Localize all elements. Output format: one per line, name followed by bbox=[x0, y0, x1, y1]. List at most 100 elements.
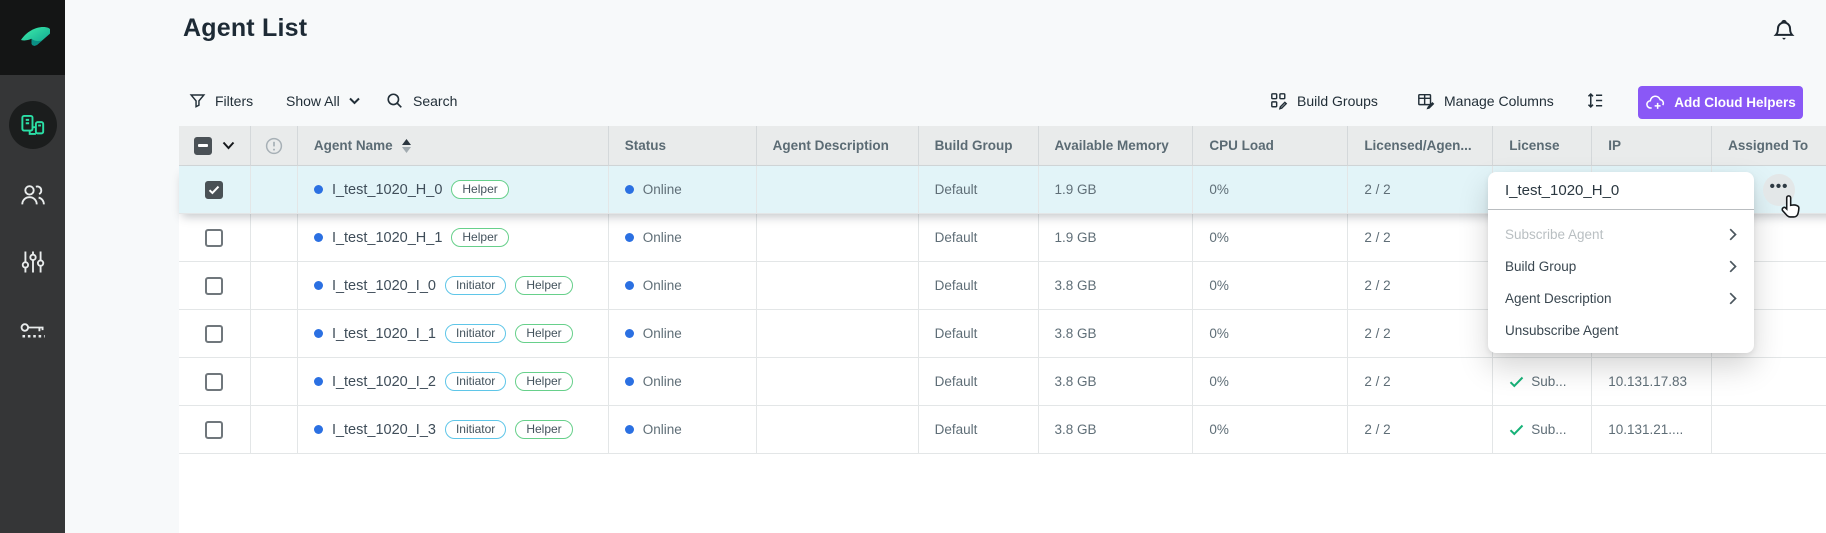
menu-item-agent-description[interactable]: Agent Description bbox=[1488, 282, 1754, 314]
sliders-icon bbox=[19, 248, 47, 276]
column-header-licensed[interactable]: Licensed/Agen... bbox=[1348, 126, 1493, 166]
agent-name: I_test_1020_I_0 bbox=[332, 278, 436, 294]
column-header-alert[interactable] bbox=[251, 126, 298, 166]
row-checkbox[interactable] bbox=[205, 421, 223, 439]
column-label: Assigned To bbox=[1728, 138, 1808, 153]
ip-value: 10.131.21.... bbox=[1608, 422, 1683, 437]
menu-item-build-group[interactable]: Build Group bbox=[1488, 250, 1754, 282]
column-header-ip[interactable]: IP bbox=[1592, 126, 1712, 166]
cell-description bbox=[757, 262, 919, 310]
column-header-build_group[interactable]: Build Group bbox=[919, 126, 1039, 166]
cell-status: Online bbox=[609, 166, 757, 214]
agent-status-dot bbox=[314, 377, 323, 386]
badge-initiator: Initiator bbox=[445, 372, 506, 391]
subscribed-check-icon bbox=[1509, 376, 1524, 388]
add-cloud-helpers-button[interactable]: Add Cloud Helpers bbox=[1638, 86, 1803, 119]
menu-item-subscribe-agent: Subscribe Agent bbox=[1488, 218, 1754, 250]
cpu-value: 0% bbox=[1209, 182, 1229, 197]
cpu-value: 0% bbox=[1209, 278, 1229, 293]
column-header-status[interactable]: Status bbox=[609, 126, 757, 166]
ip-value: 10.131.17.83 bbox=[1608, 374, 1687, 389]
cell-description bbox=[757, 406, 919, 454]
cell-cpu: 0% bbox=[1193, 166, 1348, 214]
cpu-value: 0% bbox=[1209, 422, 1229, 437]
filters-button[interactable]: Filters bbox=[189, 84, 253, 117]
build-groups-button[interactable]: Build Groups bbox=[1270, 84, 1378, 117]
row-checkbox[interactable] bbox=[205, 325, 223, 343]
build_group-value: Default bbox=[935, 230, 978, 245]
column-label: License bbox=[1509, 138, 1559, 153]
badge-helper: Helper bbox=[515, 420, 572, 439]
agent-status-dot bbox=[314, 185, 323, 194]
notifications-button[interactable] bbox=[1770, 17, 1798, 45]
table-row[interactable]: I_test_1020_I_2InitiatorHelperOnlineDefa… bbox=[179, 358, 1826, 406]
app-logo bbox=[0, 0, 65, 75]
menu-item-label: Subscribe Agent bbox=[1505, 227, 1603, 242]
sidebar-item-settings[interactable] bbox=[0, 236, 65, 288]
agent-status-dot bbox=[314, 425, 323, 434]
column-header-cpu[interactable]: CPU Load bbox=[1193, 126, 1348, 166]
cell-alert bbox=[251, 166, 298, 214]
show-all-dropdown[interactable]: Show All bbox=[286, 84, 360, 117]
column-label: Licensed/Agen... bbox=[1364, 138, 1471, 153]
badge-initiator: Initiator bbox=[445, 324, 506, 343]
table-row[interactable]: I_test_1020_I_3InitiatorHelperOnlineDefa… bbox=[179, 406, 1826, 454]
agent-context-menu: I_test_1020_H_0 Subscribe AgentBuild Gro… bbox=[1488, 172, 1754, 353]
column-header-description[interactable]: Agent Description bbox=[757, 126, 919, 166]
menu-item-label: Build Group bbox=[1505, 259, 1576, 274]
add-cloud-helpers-label: Add Cloud Helpers bbox=[1674, 95, 1796, 110]
license-label: Sub... bbox=[1531, 374, 1566, 389]
users-icon bbox=[19, 181, 47, 209]
cell-memory: 3.8 GB bbox=[1039, 358, 1194, 406]
cell-name: I_test_1020_I_1InitiatorHelper bbox=[298, 310, 609, 358]
row-checkbox[interactable] bbox=[205, 229, 223, 247]
status-label: Online bbox=[643, 278, 682, 293]
select-all-checkbox[interactable] bbox=[194, 137, 212, 155]
subscribed-check-icon bbox=[1509, 424, 1524, 436]
row-checkbox[interactable] bbox=[205, 373, 223, 391]
memory-value: 3.8 GB bbox=[1055, 422, 1097, 437]
search-button[interactable]: Search bbox=[386, 84, 457, 117]
row-density-button[interactable] bbox=[1586, 84, 1605, 117]
badge-helper: Helper bbox=[451, 228, 508, 247]
badge-helper: Helper bbox=[515, 276, 572, 295]
cell-alert bbox=[251, 262, 298, 310]
sidebar-item-agents[interactable] bbox=[0, 99, 65, 151]
build_group-value: Default bbox=[935, 374, 978, 389]
column-label: Available Memory bbox=[1055, 138, 1169, 153]
cell-name: I_test_1020_H_0Helper bbox=[298, 166, 609, 214]
cpu-value: 0% bbox=[1209, 230, 1229, 245]
agent-name: I_test_1020_I_1 bbox=[332, 326, 436, 342]
row-checkbox[interactable] bbox=[205, 181, 223, 199]
column-header-select[interactable] bbox=[179, 126, 251, 166]
cell-ip: 10.131.17.83 bbox=[1592, 358, 1712, 406]
sidebar-item-users[interactable] bbox=[0, 169, 65, 221]
column-header-name[interactable]: Agent Name bbox=[298, 126, 609, 166]
chevron-down-icon bbox=[349, 97, 360, 105]
cell-alert bbox=[251, 358, 298, 406]
build-groups-icon bbox=[1270, 92, 1288, 110]
cloud-plus-icon bbox=[1645, 94, 1666, 111]
chevron-down-icon[interactable] bbox=[222, 141, 235, 150]
badge-initiator: Initiator bbox=[445, 420, 506, 439]
manage-columns-button[interactable]: Manage Columns bbox=[1417, 84, 1554, 117]
cell-cpu: 0% bbox=[1193, 262, 1348, 310]
column-header-memory[interactable]: Available Memory bbox=[1039, 126, 1194, 166]
row-checkbox[interactable] bbox=[205, 277, 223, 295]
cell-licensed: 2 / 2 bbox=[1348, 358, 1493, 406]
menu-item-unsubscribe-agent[interactable]: Unsubscribe Agent bbox=[1488, 314, 1754, 346]
agent-name: I_test_1020_I_3 bbox=[332, 422, 436, 438]
ellipsis-icon: ••• bbox=[1770, 182, 1789, 192]
column-header-license[interactable]: License bbox=[1493, 126, 1592, 166]
cell-select bbox=[179, 166, 251, 214]
agent-name: I_test_1020_I_2 bbox=[332, 374, 436, 390]
cell-select bbox=[179, 406, 251, 454]
cell-cpu: 0% bbox=[1193, 406, 1348, 454]
column-label: Build Group bbox=[935, 138, 1013, 153]
agent-status-dot bbox=[314, 329, 323, 338]
sidebar-item-license[interactable] bbox=[0, 305, 65, 357]
licensed-value: 2 / 2 bbox=[1364, 422, 1390, 437]
cpu-value: 0% bbox=[1209, 326, 1229, 341]
column-header-assigned[interactable]: Assigned To bbox=[1712, 126, 1826, 166]
page-title: Agent List bbox=[183, 14, 307, 43]
